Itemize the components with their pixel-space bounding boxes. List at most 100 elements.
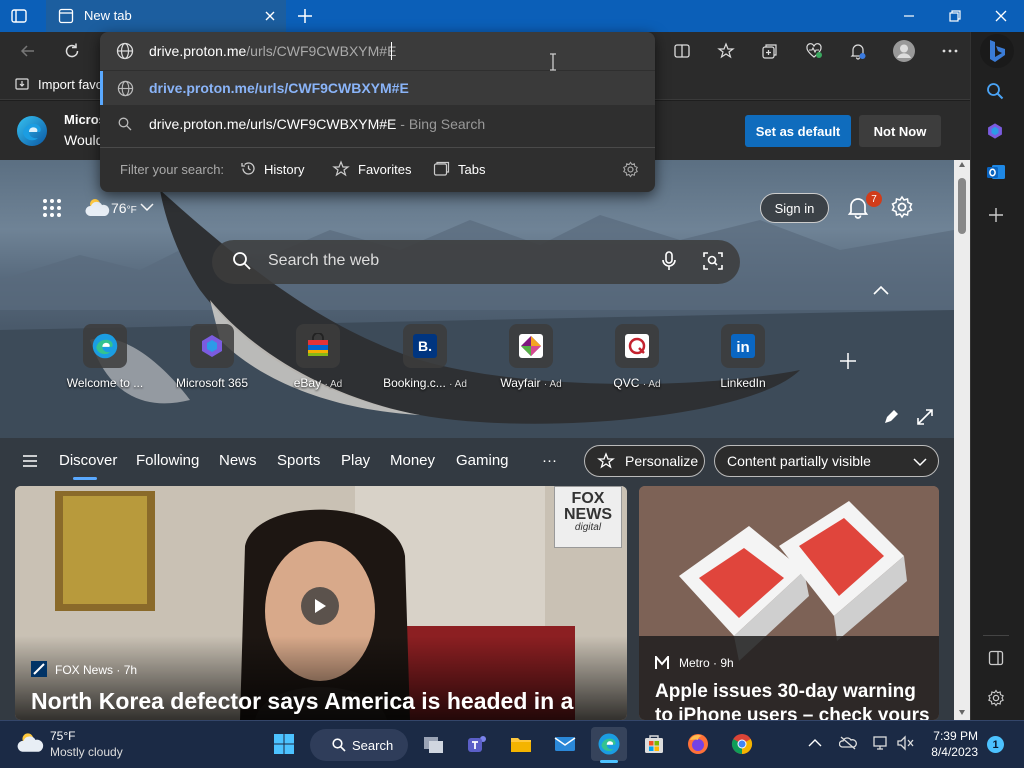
show-hidden-icons-chevron-icon[interactable] [808, 738, 822, 748]
volume-muted-icon[interactable] [896, 735, 914, 751]
quick-link-wayfair[interactable]: Wayfair · Ad [483, 324, 579, 390]
taskbar-weather-condition[interactable]: Mostly cloudy [50, 745, 123, 759]
chevron-down-icon[interactable] [140, 202, 154, 212]
browser-essentials-icon[interactable] [798, 35, 830, 67]
firefox-icon[interactable] [680, 727, 716, 761]
collapse-chevron-icon[interactable] [872, 284, 890, 296]
start-button[interactable] [266, 727, 302, 761]
taskbar-time[interactable]: 7:39 PM [928, 729, 978, 743]
close-tab-icon[interactable] [264, 10, 276, 22]
nav-sports[interactable]: Sports [277, 452, 320, 469]
taskbar-temperature[interactable]: 75°F [50, 729, 75, 743]
chrome-icon[interactable] [724, 727, 760, 761]
filter-tabs[interactable]: Tabs [458, 162, 485, 177]
minimize-button[interactable] [886, 0, 932, 32]
quick-link-booking[interactable]: B. Booking.c... · Ad [377, 324, 473, 390]
selection-indicator [100, 71, 103, 105]
nav-discover[interactable]: Discover [59, 452, 117, 469]
ibeam-cursor-icon [548, 53, 558, 71]
sidebar-layout-icon[interactable] [988, 650, 1004, 666]
import-favorites-link[interactable]: Import favo [38, 77, 103, 92]
file-explorer-icon[interactable] [503, 727, 539, 761]
news-card-metro[interactable]: Metro · 9h Apple issues 30-day warning t… [639, 486, 939, 720]
taskbar-date[interactable]: 8/4/2023 [928, 745, 978, 759]
onedrive-icon[interactable] [839, 735, 857, 751]
apps-grid-icon[interactable] [42, 198, 62, 218]
taskbar-weather-icon[interactable] [16, 730, 44, 754]
suggestion-url[interactable]: drive.proton.me/urls/CWF9CWBXYM#E [149, 80, 409, 96]
nav-news[interactable]: News [219, 452, 257, 469]
personalize-button[interactable]: Personalize [584, 445, 705, 477]
new-tab-page-icon [58, 8, 74, 24]
notifications-icon[interactable] [842, 35, 874, 67]
quick-link-microsoft-365[interactable]: Microsoft 365 [164, 324, 260, 390]
search-settings-icon[interactable] [622, 161, 639, 178]
active-app-indicator [600, 760, 618, 763]
nav-gaming[interactable]: Gaming [456, 452, 509, 469]
profile-avatar[interactable] [888, 35, 920, 67]
edit-background-icon[interactable] [882, 408, 900, 426]
play-button[interactable] [301, 587, 339, 625]
taskbar-search-button[interactable]: Search [310, 729, 408, 761]
set-as-default-button[interactable]: Set as default [745, 115, 851, 147]
weather-temp[interactable]: 76°F [111, 200, 137, 216]
content-visibility-dropdown[interactable]: Content partially visible [714, 445, 939, 477]
mail-icon[interactable] [547, 727, 583, 761]
filter-history[interactable]: History [264, 162, 304, 177]
page-settings-icon[interactable] [890, 195, 914, 219]
quick-link-welcome[interactable]: Welcome to ... [57, 324, 153, 390]
suggestion-search[interactable]: drive.proton.me/urls/CWF9CWBXYM#E - Bing… [149, 116, 485, 132]
not-now-button[interactable]: Not Now [859, 115, 941, 147]
card-headline[interactable]: North Korea defector says America is hea… [31, 688, 573, 715]
svg-text:B.: B. [418, 338, 432, 354]
microphone-icon[interactable] [660, 250, 678, 272]
back-button[interactable] [12, 35, 44, 67]
sidebar-settings-icon[interactable] [987, 689, 1005, 707]
settings-and-more-icon[interactable] [934, 35, 966, 67]
scroll-down-arrow[interactable] [959, 710, 965, 715]
bing-chat-icon[interactable] [980, 34, 1014, 68]
microsoft-store-icon[interactable] [636, 727, 672, 761]
search-placeholder: Search the web [268, 252, 380, 269]
address-input[interactable]: drive.proton.me/urls/CWF9CWBXYM#E [149, 43, 396, 59]
sidebar-search-icon[interactable] [986, 82, 1004, 100]
nav-more-button[interactable]: ··· [542, 452, 557, 469]
refresh-button[interactable] [56, 35, 88, 67]
tab-actions-icon[interactable] [10, 7, 28, 25]
menu-icon[interactable] [22, 454, 38, 468]
collections-icon[interactable] [754, 35, 786, 67]
teams-icon[interactable] [459, 727, 495, 761]
filter-favorites[interactable]: Favorites [358, 162, 411, 177]
scroll-thumb[interactable] [958, 178, 966, 234]
notification-center-badge[interactable]: 1 [987, 736, 1004, 753]
quick-link-ebay[interactable]: eBay · Ad [270, 324, 366, 390]
weather-cloud-icon[interactable] [84, 196, 110, 218]
sidebar-add-icon[interactable] [988, 207, 1004, 223]
sidebar-microsoft-365-icon[interactable] [986, 121, 1004, 141]
visual-search-icon[interactable] [702, 250, 724, 272]
network-icon[interactable] [872, 735, 890, 751]
split-screen-icon[interactable] [666, 35, 698, 67]
card-headline[interactable]: Apple issues 30-day warning to iPhone us… [655, 680, 931, 720]
quick-link-linkedin[interactable]: in LinkedIn [695, 324, 791, 390]
nav-following[interactable]: Following [136, 452, 199, 469]
quick-link-qvc[interactable]: QVC · Ad [589, 324, 685, 390]
nav-play[interactable]: Play [341, 452, 370, 469]
task-view-icon[interactable] [416, 727, 452, 761]
nav-money[interactable]: Money [390, 452, 435, 469]
restore-button[interactable] [932, 0, 978, 32]
close-window-button[interactable] [978, 0, 1024, 32]
expand-icon[interactable] [916, 408, 934, 426]
search-icon [332, 738, 346, 752]
new-tab-button[interactable] [296, 7, 314, 25]
tab-new-tab[interactable]: New tab [46, 0, 286, 32]
sidebar-outlook-icon[interactable] [986, 162, 1006, 182]
sign-in-button[interactable]: Sign in [760, 193, 829, 223]
edge-logo-icon [16, 115, 48, 147]
page-scrollbar[interactable] [954, 160, 970, 720]
add-quick-link-icon[interactable] [838, 351, 858, 371]
scroll-up-arrow[interactable] [959, 162, 965, 167]
edge-taskbar-icon[interactable] [591, 727, 627, 761]
favorites-icon[interactable] [710, 35, 742, 67]
news-card-fox[interactable]: FOX NEWS digital FOX News · 7h North Kor… [15, 486, 627, 720]
